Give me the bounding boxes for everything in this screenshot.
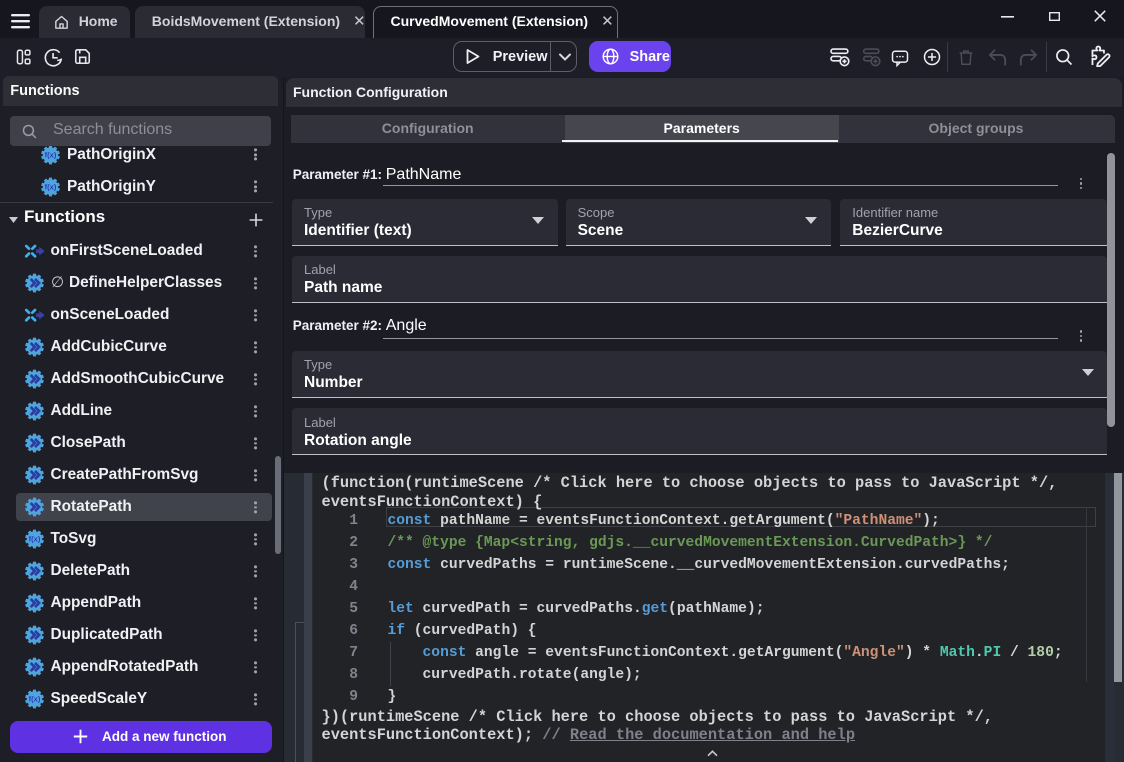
- svg-text:f(x): f(x): [28, 535, 40, 544]
- svg-text:f(x): f(x): [44, 182, 56, 191]
- svg-text:f(x): f(x): [28, 695, 40, 704]
- svg-text:f(x): f(x): [44, 150, 56, 159]
